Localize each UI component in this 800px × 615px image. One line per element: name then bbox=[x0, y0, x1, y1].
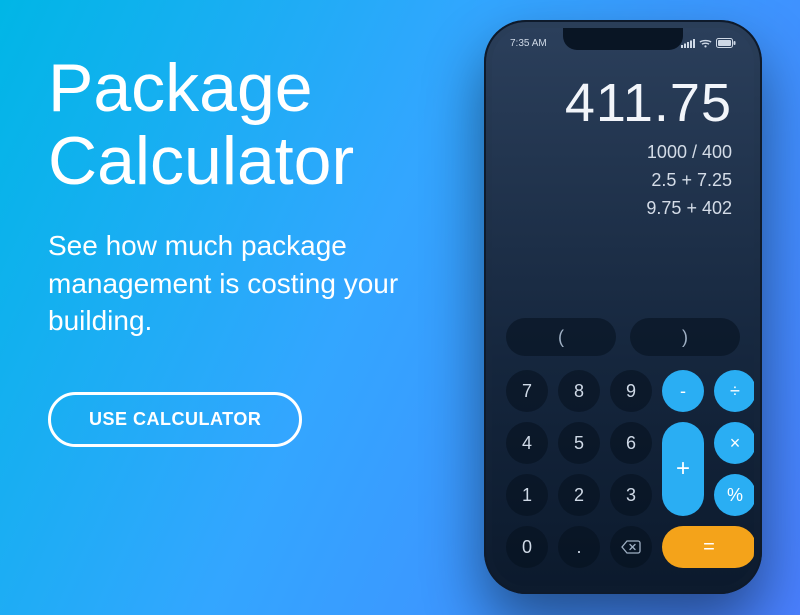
subheadline: See how much package management is costi… bbox=[48, 227, 428, 340]
key-1[interactable]: 1 bbox=[506, 474, 548, 516]
battery-icon bbox=[716, 38, 736, 48]
calc-display: 411.75 1000 / 400 2.5 + 7.25 9.75 + 402 bbox=[492, 74, 754, 223]
headline-line-1: Package bbox=[48, 50, 313, 126]
backspace-icon bbox=[621, 540, 641, 554]
phone-mockup: 7:35 AM 411.75 1000 / 400 2.5 + 7.25 bbox=[484, 20, 762, 594]
status-indicators bbox=[681, 38, 736, 48]
key-0[interactable]: 0 bbox=[506, 526, 548, 568]
phone-screen: 7:35 AM 411.75 1000 / 400 2.5 + 7.25 bbox=[492, 28, 754, 586]
calc-result: 411.75 bbox=[514, 74, 732, 133]
key-7[interactable]: 7 bbox=[506, 370, 548, 412]
key-divide[interactable]: ÷ bbox=[714, 370, 754, 412]
key-plus[interactable]: + bbox=[662, 422, 704, 516]
headline: Package Calculator bbox=[48, 52, 468, 199]
key-minus[interactable]: - bbox=[662, 370, 704, 412]
use-calculator-button[interactable]: USE CALCULATOR bbox=[48, 392, 302, 447]
key-8[interactable]: 8 bbox=[558, 370, 600, 412]
key-9[interactable]: 9 bbox=[610, 370, 652, 412]
key-4[interactable]: 4 bbox=[506, 422, 548, 464]
hero-banner: Package Calculator See how much package … bbox=[0, 0, 800, 615]
calc-history-2: 2.5 + 7.25 bbox=[514, 167, 732, 195]
calc-history-3: 9.75 + 402 bbox=[514, 195, 732, 223]
key-paren-close[interactable]: ) bbox=[630, 318, 740, 356]
headline-line-2: Calculator bbox=[48, 123, 354, 199]
key-5[interactable]: 5 bbox=[558, 422, 600, 464]
key-percent[interactable]: % bbox=[714, 474, 754, 516]
key-equals[interactable]: = bbox=[662, 526, 754, 568]
calc-history-1: 1000 / 400 bbox=[514, 139, 732, 167]
signal-icon bbox=[681, 39, 695, 48]
key-times[interactable]: × bbox=[714, 422, 754, 464]
key-backspace[interactable] bbox=[610, 526, 652, 568]
key-3[interactable]: 3 bbox=[610, 474, 652, 516]
status-time: 7:35 AM bbox=[510, 38, 547, 49]
key-dot[interactable]: . bbox=[558, 526, 600, 568]
calc-keypad: ( ) 7 8 9 - ÷ 4 5 6 + × 1 bbox=[506, 318, 740, 568]
key-6[interactable]: 6 bbox=[610, 422, 652, 464]
copy-block: Package Calculator See how much package … bbox=[48, 52, 468, 447]
wifi-icon bbox=[699, 39, 712, 48]
key-2[interactable]: 2 bbox=[558, 474, 600, 516]
key-paren-open[interactable]: ( bbox=[506, 318, 616, 356]
phone-notch bbox=[563, 28, 683, 50]
